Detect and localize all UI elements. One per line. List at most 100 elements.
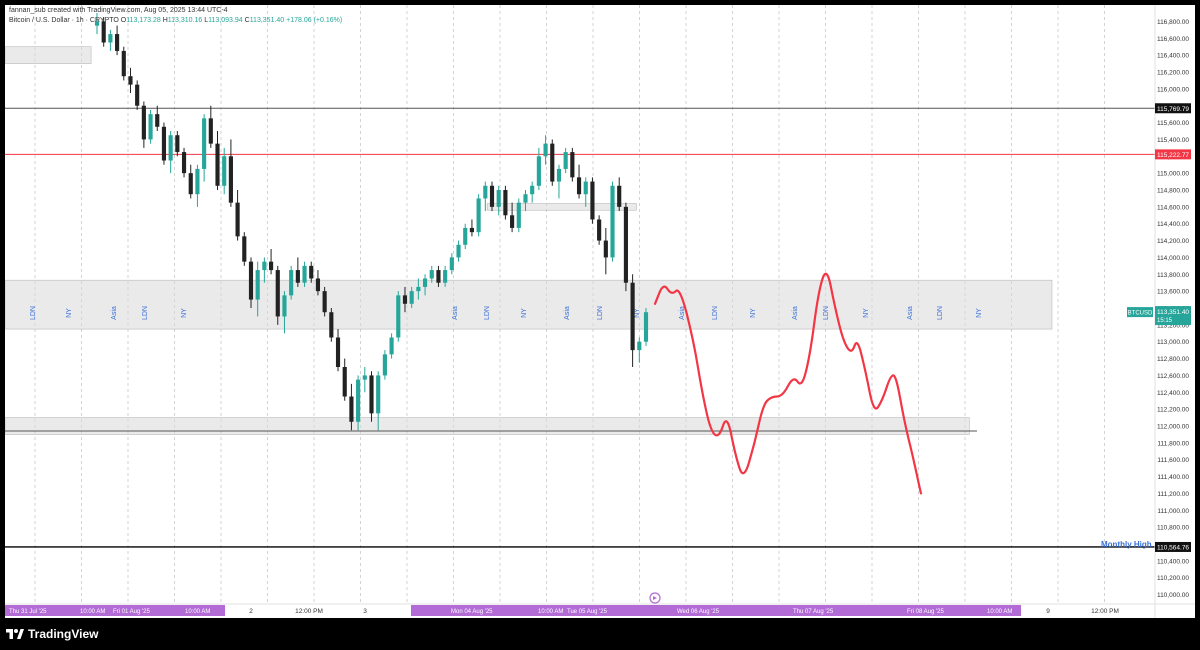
candle-body: [289, 270, 294, 296]
candle-body: [396, 295, 401, 338]
candle-body: [168, 135, 173, 161]
session-label: NY: [750, 308, 757, 318]
chart-panel[interactable]: LDN NY Asia LDN NY Asia LDN NY Asia LDN NY Asia LDN N…: [5, 5, 1195, 618]
candle-body: [222, 156, 227, 186]
highlight-time-label: 10:00 AM: [538, 609, 563, 615]
session-label: LDN: [823, 306, 830, 320]
candle-body: [235, 202, 240, 237]
price-tick-label: 116,800.00: [1157, 19, 1189, 26]
time-axis[interactable]: Thu 31 Jul '25 10:00 AM Fri 01 Aug '25 10:0…: [5, 603, 1195, 616]
tradingview-logo-icon: [6, 629, 24, 639]
candle-body: [108, 34, 113, 43]
candle-body: [208, 118, 213, 144]
price-tick-label: 114,200.00: [1157, 238, 1189, 245]
candle-body: [362, 375, 367, 380]
candle-body: [476, 198, 481, 233]
footer-bar: TradingView: [0, 624, 1200, 644]
time-tick-label: 12:00 PM: [1091, 608, 1119, 615]
chart-canvas[interactable]: LDN NY Asia LDN NY Asia LDN NY Asia LDN NY Asia LDN N…: [5, 5, 1195, 618]
price-tick-label: 112,400.00: [1157, 390, 1189, 397]
candle-body: [248, 261, 254, 300]
price-axis[interactable]: 116,800.00 116,600.00 116,400.00 116,200.00…: [1127, 5, 1191, 618]
candle-body: [570, 152, 575, 178]
price-tick-label: 110,800.00: [1157, 525, 1189, 532]
session-label: NY: [976, 308, 983, 318]
symbol-line[interactable]: Bitcoin / U.S. Dollar · 1h · CRYPTO: [9, 17, 119, 24]
candle-body: [121, 50, 126, 77]
session-label: LDN: [484, 306, 491, 320]
candle-body: [115, 34, 120, 51]
candle-body: [429, 270, 434, 279]
candle-body: [268, 261, 274, 271]
price-tick-label: 112,600.00: [1157, 373, 1189, 380]
alert-marker-icon[interactable]: [649, 592, 661, 604]
candle-body: [443, 270, 448, 283]
price-tick-label: 111,000.00: [1157, 508, 1189, 515]
session-label: NY: [181, 308, 188, 318]
candle-body: [436, 270, 441, 283]
session-label: NY: [66, 308, 73, 318]
highlight-time-label: Fri 08 Aug '25: [907, 609, 944, 615]
session-label: NY: [521, 308, 528, 318]
session-label: LDN: [142, 306, 149, 320]
candle-body: [128, 76, 133, 85]
highlight-time-label: 10:00 AM: [80, 609, 105, 615]
candle-body: [329, 312, 334, 338]
candle-body: [188, 173, 193, 195]
candle-body: [576, 177, 582, 195]
candle-body: [242, 236, 247, 262]
candle-body: [590, 181, 595, 220]
price-tick-label: 112,000.00: [1157, 424, 1189, 431]
candle-body: [155, 114, 160, 127]
candle-body: [463, 227, 468, 245]
price-tick-label: 114,800.00: [1157, 188, 1189, 195]
session-label: LDN: [937, 306, 944, 320]
candle-body: [449, 257, 454, 271]
session-label: Asia: [111, 306, 118, 320]
price-tick-label: 115,600.00: [1157, 120, 1189, 127]
chart-window: LDN NY Asia LDN NY Asia LDN NY Asia LDN NY Asia LDN N…: [0, 0, 1200, 650]
price-tick-label: 116,200.00: [1157, 70, 1189, 77]
candle-body: [101, 21, 106, 43]
candle-body: [228, 156, 233, 203]
price-tick-label: 113,600.00: [1157, 289, 1189, 296]
tradingview-logo[interactable]: TradingView: [6, 627, 98, 641]
candle-body: [295, 270, 300, 283]
session-label: Asia: [792, 306, 799, 320]
time-tick-label: 9: [1046, 608, 1050, 615]
price-level-label: 115,222.77: [1157, 152, 1189, 159]
price-tick-label: 111,400.00: [1157, 474, 1189, 481]
candle-body: [148, 114, 153, 140]
ohlc-low: 113,093.94: [208, 17, 243, 24]
candle-body: [409, 291, 414, 304]
candle-body: [422, 278, 428, 287]
highlight-time-label: Tue 05 Aug '25: [567, 609, 608, 615]
candle-body: [175, 135, 180, 153]
price-tick-label: 112,800.00: [1157, 356, 1189, 363]
session-label: LDN: [712, 306, 719, 320]
zone-rect: [5, 46, 92, 64]
highlight-time-label: Mon 04 Aug '25: [451, 609, 493, 615]
price-tick-label: 114,000.00: [1157, 255, 1189, 262]
ticker-badge-label: BTCUSD: [1128, 311, 1153, 317]
candle-body: [389, 337, 394, 355]
author-line: fannan_sub created with TradingView.com,…: [9, 7, 228, 14]
price-tick-label: 116,600.00: [1157, 36, 1189, 43]
candle-body: [489, 185, 495, 207]
ohlc-close: 113,351.40: [249, 17, 285, 24]
zone-rect: [5, 417, 970, 435]
candle-body: [516, 202, 521, 228]
candle-body: [643, 312, 649, 342]
price-tick-label: 112,200.00: [1157, 407, 1189, 414]
candle-body: [335, 337, 341, 367]
candle-body: [275, 270, 280, 317]
countdown-label: 15:15: [1157, 318, 1173, 324]
candle-body: [637, 341, 642, 351]
monthly-high-label: Monthly High: [1101, 540, 1152, 549]
candle-body: [161, 126, 167, 161]
candle-body: [282, 295, 287, 317]
price-chart-svg[interactable]: LDN NY Asia LDN NY Asia LDN NY Asia LDN NY Asia LDN N…: [5, 5, 1195, 618]
price-tick-label: 110,200.00: [1157, 575, 1189, 582]
candle-body: [510, 215, 515, 228]
price-tick-label: 116,400.00: [1157, 53, 1189, 60]
